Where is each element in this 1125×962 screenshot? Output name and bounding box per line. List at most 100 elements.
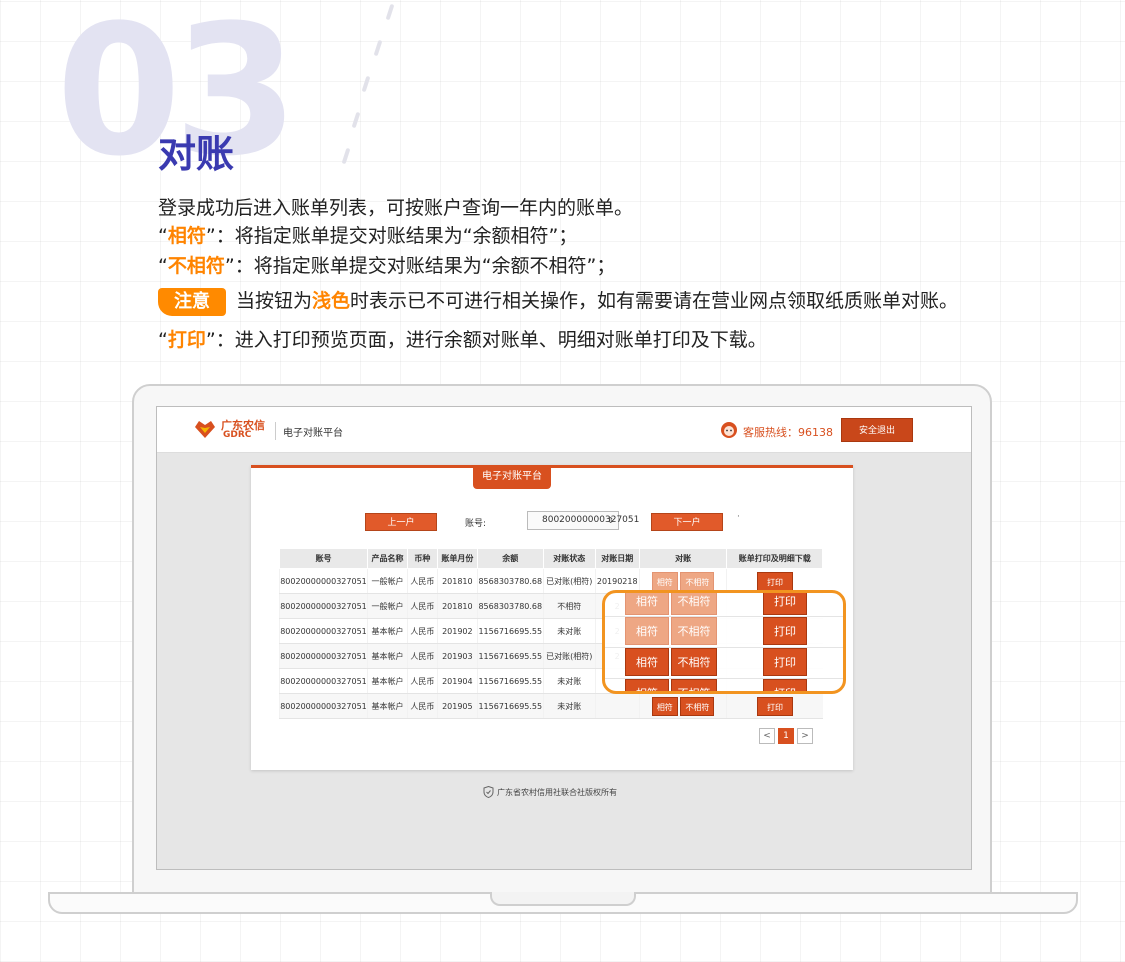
cell-currency: 人民币: [406, 593, 438, 619]
col-currency: 币种: [406, 548, 438, 569]
header-divider: [275, 422, 276, 440]
match-button[interactable]: 相符: [651, 571, 678, 591]
col-product: 产品名称: [366, 548, 408, 569]
page-1-button[interactable]: 1: [778, 728, 794, 744]
cell-currency: 人民币: [406, 668, 438, 694]
decorative-dash: [351, 111, 361, 129]
cell-balance: 1156716695.55: [476, 668, 544, 694]
col-account: 账号: [279, 548, 368, 569]
callout-row: 相符 不相符 打印: [605, 617, 843, 645]
mismatch-description: “不相符”：将指定账单提交对账结果为“余额不相符”；: [158, 254, 615, 278]
cell-balance: 8568303780.68: [476, 568, 544, 594]
mismatch-button[interactable]: 不相符: [680, 696, 715, 716]
cell-account: 80020000000327051: [279, 643, 368, 669]
cell-balance: 1156716695.55: [476, 618, 544, 644]
decorative-dash: [385, 3, 395, 21]
cell-product: 基本帐户: [366, 693, 408, 719]
mismatch-button[interactable]: 不相符: [671, 648, 717, 676]
cell-account: 80020000000327051: [279, 668, 368, 694]
cell-product: 基本帐户: [366, 643, 408, 669]
prev-page-button[interactable]: <: [759, 728, 775, 744]
prev-account-button[interactable]: 上一户: [365, 513, 437, 531]
cell-balance: 8568303780.68: [476, 593, 544, 619]
mismatch-button[interactable]: 不相符: [671, 617, 717, 645]
cell-product: 基本帐户: [366, 618, 408, 644]
quote-open: “: [158, 225, 168, 247]
cell-account: 80020000000327051: [279, 568, 368, 594]
match-button[interactable]: 相符: [625, 593, 669, 615]
next-account-button[interactable]: 下一户: [651, 513, 723, 531]
note-highlight: 浅色: [312, 290, 351, 312]
select-arrows-icon: ⇕: [607, 516, 614, 525]
cell-currency: 人民币: [406, 568, 438, 594]
col-month: 账单月份: [436, 548, 478, 569]
print-description-text: ”：进入打印预览页面，进行余额对账单、明细对账单打印及下载。: [205, 329, 767, 351]
cell-date: [594, 693, 640, 719]
quote-open: “: [158, 255, 168, 277]
app-header: 广东农信 GDRC 电子对账平台 客服热线：96138 安全退出: [157, 407, 971, 453]
mismatch-button[interactable]: 不相符: [671, 679, 717, 691]
cell-month: 201904: [436, 668, 478, 694]
account-label: 账号:: [465, 519, 487, 529]
copyright-text: 广东省农村信用社联合社版权所有: [497, 788, 617, 797]
match-button[interactable]: 相符: [651, 696, 678, 716]
cell-product: 一般帐户: [366, 568, 408, 594]
table-header-row: 账号 产品名称 币种 账单月份 余额 对账状态 对账日期 对账 账单打印及明细下…: [279, 548, 823, 569]
customer-service-icon: [721, 422, 737, 438]
decorative-dash: [373, 39, 383, 57]
app-name: 电子对账平台: [283, 428, 343, 439]
mismatch-description-text: ”：将指定账单提交对账结果为“余额不相符”；: [224, 255, 616, 277]
note-text-pre: 当按钮为: [236, 290, 313, 312]
decorative-dash: [341, 147, 351, 165]
print-button[interactable]: 打印: [763, 648, 807, 676]
cell-month: 201905: [436, 693, 478, 719]
logo-text-en: GDRC: [223, 430, 252, 440]
next-page-button[interactable]: >: [797, 728, 813, 744]
cell-status: 已对账(相符): [542, 643, 596, 669]
decorative-dash: [361, 75, 371, 93]
cell-balance: 1156716695.55: [476, 693, 544, 719]
col-print: 账单打印及明细下载: [726, 548, 823, 569]
cell-currency: 人民币: [406, 618, 438, 644]
account-select-value: 80020000000327051: [542, 515, 640, 525]
note-text-post: 时表示已不可进行相关操作，如有需要请在营业网点领取纸质账单对账。: [350, 290, 959, 312]
match-label: 相符: [167, 225, 206, 247]
cell-balance: 1156716695.55: [476, 643, 544, 669]
cell-reconcile: 相符 不相符: [638, 693, 727, 719]
cell-status: 未对账: [542, 618, 596, 644]
col-status: 对账状态: [542, 548, 596, 569]
print-button[interactable]: 打印: [763, 593, 807, 615]
print-label: 打印: [167, 329, 206, 351]
match-button[interactable]: 相符: [625, 648, 669, 676]
print-button[interactable]: 打印: [763, 679, 807, 691]
cell-month: 201902: [436, 618, 478, 644]
cell-status: 已对账(相符): [542, 568, 596, 594]
note-line: 注意 当按钮为浅色时表示已不可进行相关操作，如有需要请在营业网点领取纸质账单对账。: [158, 288, 958, 316]
logout-button[interactable]: 安全退出: [841, 418, 913, 442]
match-button[interactable]: 相符: [625, 679, 669, 691]
button-state-callout: 相符 不相符 打印 相符 不相符 打印 相符 不相符 打印 相符 不相符 打印: [602, 590, 846, 694]
cell-status: 未对账: [542, 668, 596, 694]
mismatch-button[interactable]: 不相符: [680, 571, 715, 591]
account-select[interactable]: 80020000000327051 ⇕: [527, 511, 639, 530]
card-title: 电子对账平台: [473, 465, 551, 489]
print-button[interactable]: 打印: [763, 617, 807, 645]
cell-account: 80020000000327051: [279, 593, 368, 619]
cell-product: 一般帐户: [366, 593, 408, 619]
mismatch-label: 不相符: [167, 255, 225, 277]
cell-account: 80020000000327051: [279, 693, 368, 719]
match-description: “相符”：将指定账单提交对账结果为“余额相符”；: [158, 224, 577, 248]
cell-month: 201903: [436, 643, 478, 669]
col-reconcile: 对账: [638, 548, 728, 569]
callout-row: 相符 不相符 打印: [605, 679, 843, 691]
cell-status: 未对账: [542, 693, 596, 719]
table-row: 80020000000327051 基本帐户 人民币 201905 115671…: [279, 693, 823, 719]
print-button[interactable]: 打印: [756, 696, 793, 716]
print-button[interactable]: 打印: [756, 571, 793, 591]
mismatch-button[interactable]: 不相符: [671, 593, 717, 615]
hotline: 客服热线：96138: [743, 426, 833, 439]
gdrc-logo-icon: [195, 421, 215, 438]
quote-open: “: [158, 329, 168, 351]
match-button[interactable]: 相符: [625, 617, 669, 645]
callout-row: 相符 不相符 打印: [605, 648, 843, 676]
